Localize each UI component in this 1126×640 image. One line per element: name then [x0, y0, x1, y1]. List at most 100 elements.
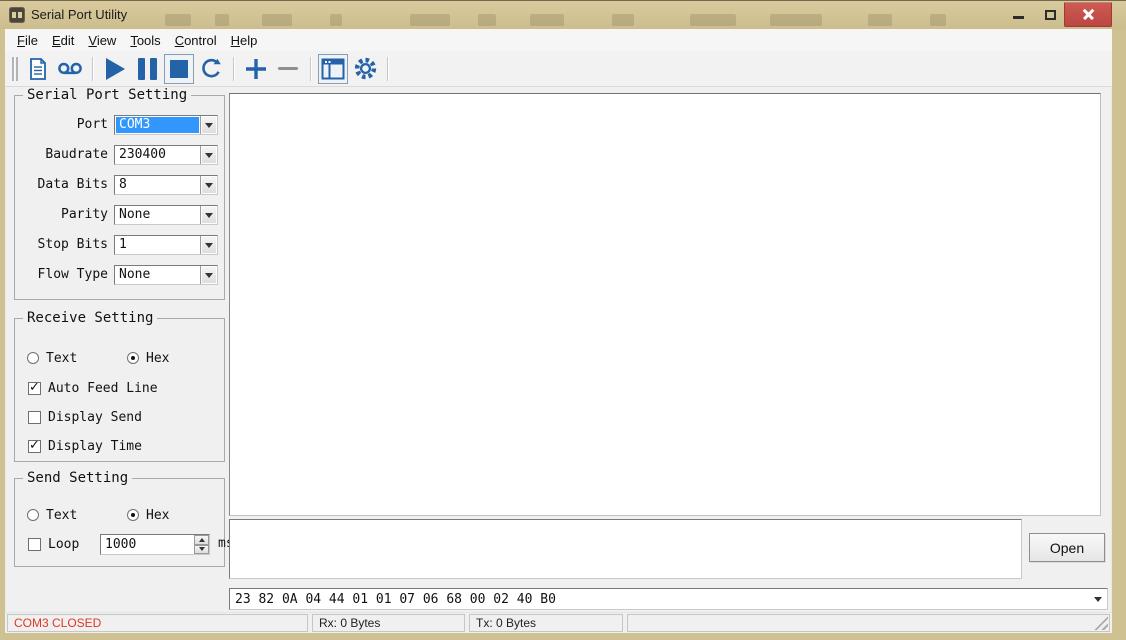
group-title: Receive Setting: [23, 310, 157, 326]
chevron-up-icon: [199, 538, 205, 542]
desktop-showthrough: [0, 1, 1126, 29]
app-icon: [9, 7, 25, 23]
parity-select[interactable]: None: [114, 205, 218, 225]
spinner-up-button[interactable]: [194, 535, 209, 545]
toolbar: [5, 51, 1112, 87]
data-bits-select[interactable]: 8: [114, 175, 218, 195]
stop-bits-value: 1: [116, 237, 199, 253]
chevron-down-icon: [205, 123, 213, 128]
dropdown-button[interactable]: [200, 146, 217, 164]
stop-button[interactable]: [164, 54, 194, 84]
dropdown-button[interactable]: [200, 236, 217, 254]
send-history-combo: [229, 588, 1108, 610]
parity-value: None: [116, 207, 199, 223]
receive-text-radio[interactable]: [27, 352, 39, 364]
send-hex-label: Hex: [146, 508, 169, 523]
receive-hex-label: Hex: [146, 351, 169, 366]
display-send-label: Display Send: [48, 410, 142, 425]
spinner-down-button[interactable]: [194, 545, 209, 555]
dropdown-button[interactable]: [200, 176, 217, 194]
new-document-button[interactable]: [23, 54, 53, 84]
flow-type-value: None: [116, 267, 199, 283]
send-hex-radio[interactable]: [127, 509, 139, 521]
data-bits-value: 8: [116, 177, 199, 193]
baudrate-label: Baudrate: [23, 145, 108, 165]
settings-button[interactable]: [350, 54, 380, 84]
baudrate-select[interactable]: 230400: [114, 145, 218, 165]
open-button[interactable]: Open: [1029, 533, 1105, 562]
loop-checkbox[interactable]: [28, 538, 41, 551]
history-dropdown-button[interactable]: [1090, 590, 1106, 608]
add-button[interactable]: [241, 54, 271, 84]
baudrate-value: 230400: [116, 147, 199, 163]
settings-icon: [352, 55, 379, 82]
display-send-checkbox[interactable]: [28, 411, 41, 424]
menu-item-file[interactable]: File: [11, 31, 44, 50]
port-status: COM3 CLOSED: [7, 614, 308, 632]
new-document-icon: [28, 57, 48, 81]
maximize-icon: [1045, 10, 1056, 20]
chevron-down-icon: [205, 213, 213, 218]
chevron-down-icon: [1094, 597, 1102, 602]
app-window: File Edit View Tools Control Help: [5, 29, 1112, 633]
maximize-button[interactable]: [1037, 2, 1064, 27]
stop-icon: [170, 60, 188, 78]
minimize-icon: [1013, 16, 1024, 19]
tx-bytes-status: Tx: 0 Bytes: [469, 614, 623, 632]
stop-bits-select[interactable]: 1: [114, 235, 218, 255]
send-text-radio[interactable]: [27, 509, 39, 521]
toolbar-separator: [387, 57, 388, 81]
pause-icon: [138, 58, 157, 80]
refresh-icon: [199, 57, 223, 81]
display-time-label: Display Time: [48, 439, 142, 454]
loop-interval-input[interactable]: [102, 536, 192, 553]
flow-type-select[interactable]: None: [114, 265, 218, 285]
send-setting-group: Send Setting Text Hex Loop ms: [14, 478, 225, 567]
remove-button[interactable]: [273, 54, 303, 84]
status-bar: COM3 CLOSED Rx: 0 Bytes Tx: 0 Bytes: [5, 612, 1112, 633]
chevron-down-icon: [205, 273, 213, 278]
play-icon: [106, 58, 125, 80]
parity-label: Parity: [23, 205, 108, 225]
dropdown-button[interactable]: [200, 266, 217, 284]
menu-item-tools[interactable]: Tools: [124, 31, 166, 50]
port-label: Port: [23, 115, 108, 135]
add-icon: [244, 57, 268, 81]
menu-bar: File Edit View Tools Control Help: [5, 29, 1112, 51]
port-select[interactable]: COM3: [114, 115, 218, 135]
group-title: Send Setting: [23, 470, 132, 486]
data-bits-label: Data Bits: [23, 175, 108, 195]
refresh-button[interactable]: [196, 54, 226, 84]
panel-view-button[interactable]: [318, 54, 348, 84]
toolbar-separator: [233, 57, 234, 81]
send-text-label: Text: [46, 508, 77, 523]
resize-grip[interactable]: [1094, 616, 1108, 630]
menu-item-control[interactable]: Control: [169, 31, 223, 50]
record-icon: [57, 60, 83, 78]
dropdown-button[interactable]: [200, 206, 217, 224]
port-value: COM3: [116, 117, 199, 133]
receive-display[interactable]: [229, 93, 1101, 516]
menu-item-help[interactable]: Help: [225, 31, 264, 50]
receive-setting-group: Receive Setting Text Hex Auto Feed Line …: [14, 318, 225, 462]
remove-icon: [278, 67, 298, 71]
toolbar-separator: [310, 57, 311, 81]
play-button[interactable]: [100, 54, 130, 84]
display-time-checkbox[interactable]: [28, 440, 41, 453]
toolbar-gripper[interactable]: [12, 57, 18, 81]
stop-bits-label: Stop Bits: [23, 235, 108, 255]
record-button[interactable]: [55, 54, 85, 84]
menu-item-view[interactable]: View: [82, 31, 122, 50]
pause-button[interactable]: [132, 54, 162, 84]
chevron-down-icon: [205, 153, 213, 158]
send-history-input[interactable]: [231, 590, 1088, 608]
auto-feed-line-checkbox[interactable]: [28, 382, 41, 395]
chevron-down-icon: [199, 547, 205, 551]
minimize-button[interactable]: [1000, 2, 1037, 27]
send-input[interactable]: [229, 519, 1022, 579]
close-button[interactable]: [1064, 2, 1112, 27]
dropdown-button[interactable]: [200, 116, 217, 134]
loop-label: Loop: [48, 537, 79, 552]
receive-hex-radio[interactable]: [127, 352, 139, 364]
menu-item-edit[interactable]: Edit: [46, 31, 80, 50]
